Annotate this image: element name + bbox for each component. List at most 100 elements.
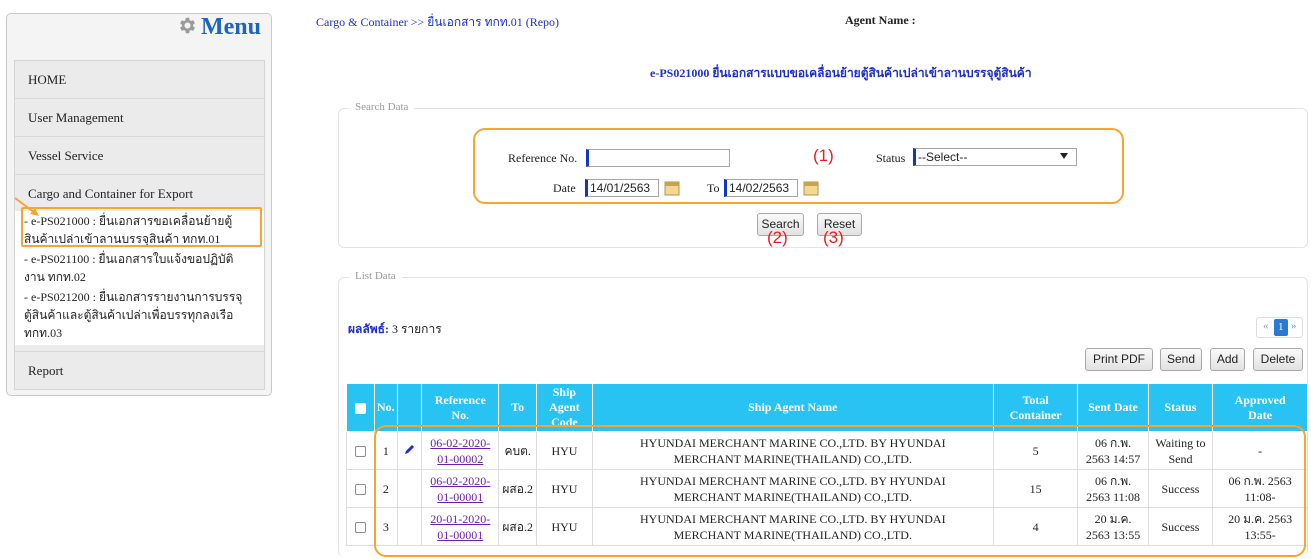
reference-link[interactable]: 06-02-2020- 01-00002 — [430, 436, 490, 466]
agent-name-label: Agent Name : — [845, 13, 916, 27]
menu-item-report[interactable]: Report — [15, 351, 264, 389]
arrow-icon — [14, 197, 39, 216]
table-row: 2 06-02-2020- 01-00001 ผสอ.2 HYU HYUNDAI MERC… — [346, 469, 1308, 508]
gear-icon — [180, 17, 195, 34]
row-select-cell — [346, 469, 375, 508]
delete-button[interactable]: Delete — [1253, 348, 1303, 371]
col-label: Reference — [434, 392, 486, 407]
agent-name-line: MERCHANT MARINE(THAILAND) CO.,LTD. — [673, 489, 912, 504]
approved-date-line: 20 ม.ค. 2563 — [1228, 511, 1293, 526]
row-agent-name: HYUNDAI MERCHANT MARINE CO.,LTD. BY HYUN… — [591, 469, 994, 508]
pager-next[interactable]: » — [1291, 320, 1297, 332]
sent-date-line: 2563 14:57 — [1085, 451, 1141, 466]
submenu-item-ps021100[interactable]: - e-PS021100 : ยื่นเอกสารใบแจ้งขอปฏิบัติ… — [15, 249, 264, 287]
agent-name-line: HYUNDAI MERCHANT MARINE CO.,LTD. BY HYUN… — [640, 511, 946, 526]
row-approved-date: 20 ม.ค. 2563 13:55- — [1212, 507, 1308, 546]
list-legend: List Data — [349, 270, 402, 282]
page-title: e-PS021000 ยื่นเอกสารแบบขอเคลื่อนย้ายตู้… — [650, 66, 1032, 80]
row-checkbox[interactable] — [354, 522, 366, 534]
agent-name-line: HYUNDAI MERCHANT MARINE CO.,LTD. BY HYUN… — [640, 435, 946, 450]
row-status: Success — [1147, 469, 1214, 508]
row-status: Success — [1147, 507, 1214, 546]
table-row: 3 20-01-2020- 01-00001 ผสอ.2 HYU HYUNDAI MERC… — [346, 507, 1308, 546]
date-to-input[interactable]: 14/02/2563 — [724, 179, 798, 197]
sent-date-line: 06 ก.พ. — [1094, 473, 1132, 488]
reference-link[interactable]: 20-01-2020- 01-00001 — [430, 512, 490, 542]
status-select[interactable]: --Select-- — [913, 148, 1077, 166]
row-edit-cell — [396, 507, 423, 546]
row-checkbox[interactable] — [354, 484, 366, 496]
calendar-icon[interactable] — [664, 180, 680, 196]
agent-name-line: HYUNDAI MERCHANT MARINE CO.,LTD. BY HYUN… — [640, 473, 946, 488]
pager-page-1[interactable]: 1 — [1274, 319, 1288, 336]
row-reference: 06-02-2020- 01-00001 — [421, 469, 500, 508]
col-label: Code — [551, 415, 578, 429]
status-line: Success — [1161, 519, 1200, 534]
row-edit-cell — [396, 469, 423, 508]
status-line: Send — [1168, 451, 1193, 466]
col-label: Date — [1248, 407, 1273, 422]
breadcrumb[interactable]: Cargo & Container >> ยื่นเอกสาร ทกท.01 (… — [316, 13, 559, 32]
select-all-checkbox[interactable] — [354, 402, 366, 414]
col-to: To — [498, 383, 538, 432]
pencil-icon[interactable] — [404, 443, 416, 455]
marker-3: (3) — [823, 228, 844, 247]
row-reference: 20-01-2020- 01-00001 — [421, 507, 500, 546]
submenu-item-ps021200[interactable]: - e-PS021200 : ยื่นเอกสารรายงานการบรรจุ … — [15, 287, 264, 345]
row-approved-date: 06 ก.พ. 2563 11:08- — [1212, 469, 1308, 508]
row-agent-name: HYUNDAI MERCHANT MARINE CO.,LTD. BY HYUN… — [591, 431, 994, 470]
row-select-cell — [346, 507, 375, 546]
result-count: ผลลัพธ์: 3 รายการ — [348, 320, 442, 339]
reference-link-part: 01-00001 — [437, 489, 484, 504]
row-no: 3 — [373, 507, 398, 546]
reference-link[interactable]: 06-02-2020- 01-00001 — [430, 474, 490, 504]
add-button[interactable]: Add — [1210, 348, 1245, 371]
submenu-line: - e-PS021100 : ยื่นเอกสารใบแจ้งขอปฏิบัติ — [24, 252, 234, 266]
row-to: คบต. — [498, 431, 538, 470]
submenu-line: ทกท.03 — [24, 326, 63, 340]
result-label: ผลลัพธ์: — [348, 322, 389, 336]
reference-input[interactable] — [586, 149, 730, 167]
date-from-input[interactable]: 14/01/2563 — [585, 179, 659, 197]
menu-title: Menu — [201, 14, 261, 40]
col-ship-agent-code: Ship Agent Code — [536, 383, 593, 432]
chevron-down-icon — [1060, 153, 1068, 159]
menu-item-vessel-service[interactable]: Vessel Service — [15, 137, 264, 175]
sent-date-line: 2563 13:55 — [1085, 527, 1141, 542]
pager-prev[interactable]: « — [1263, 320, 1269, 332]
date-label: Date — [553, 181, 576, 195]
approved-date-line: 13:55- — [1244, 527, 1276, 542]
menu-item-home[interactable]: HOME — [15, 61, 264, 99]
sent-date-line: 20 ม.ค. — [1094, 511, 1132, 526]
marker-2: (2) — [767, 228, 788, 247]
pagination: « 1 » — [1256, 317, 1303, 338]
result-value: 3 รายการ — [388, 322, 442, 336]
status-select-value: --Select-- — [918, 150, 968, 164]
row-approved-date: - — [1212, 431, 1308, 470]
col-label: Ship Agent — [549, 385, 580, 414]
status-label: Status — [876, 151, 906, 165]
submenu-line: ตู้สินค้าและตู้สินค้าเปล่าเพื่อบรรทุกลงเ… — [24, 308, 234, 322]
calendar-icon[interactable] — [803, 180, 819, 196]
col-status: Status — [1147, 383, 1214, 432]
row-no: 1 — [373, 431, 398, 470]
reference-link-part: 01-00001 — [437, 527, 484, 542]
menu-item-user-management[interactable]: User Management — [15, 99, 264, 137]
to-label: To — [707, 181, 720, 195]
row-to: ผสอ.2 — [498, 507, 538, 546]
send-button[interactable]: Send — [1160, 348, 1202, 371]
row-status: Waiting to Send — [1147, 431, 1214, 470]
col-approved-date: Approved Date — [1212, 383, 1308, 432]
approved-date-line: 06 ก.พ. 2563 — [1228, 473, 1292, 488]
reference-link-part: 06-02-2020- — [430, 435, 491, 450]
col-label: No. — [451, 407, 470, 422]
row-total: 4 — [992, 507, 1079, 546]
col-label: Approved — [1234, 392, 1286, 407]
status-line: Success — [1161, 481, 1200, 496]
highlight-box — [21, 207, 262, 247]
row-sent-date: 06 ก.พ. 2563 11:08 — [1077, 469, 1149, 508]
row-checkbox[interactable] — [354, 446, 366, 458]
col-sent-date: Sent Date — [1077, 383, 1149, 432]
search-legend: Search Data — [349, 101, 415, 113]
print-pdf-button[interactable]: Print PDF — [1085, 348, 1153, 371]
